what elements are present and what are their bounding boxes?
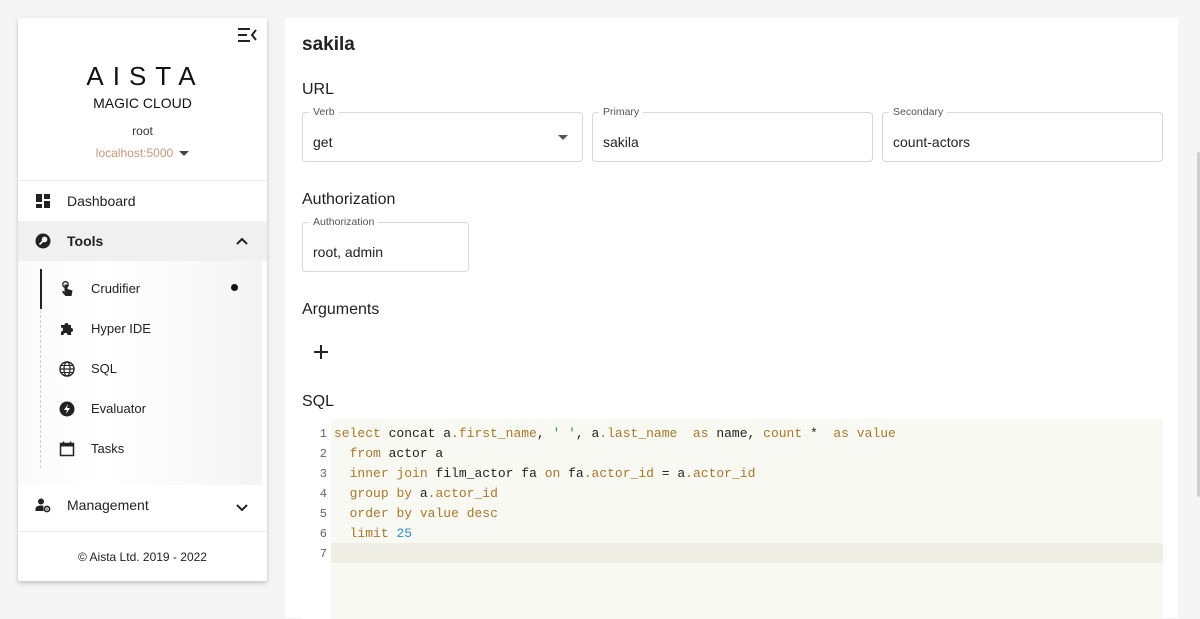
code-line: from actor a	[349, 446, 444, 461]
nav-item-dashboard[interactable]: Dashboard	[18, 181, 267, 221]
primary-field[interactable]: Primary	[592, 106, 873, 162]
primary-input[interactable]	[603, 134, 842, 150]
secondary-label: Secondary	[889, 106, 948, 118]
submenu-item-tasks[interactable]: Tasks	[42, 429, 262, 469]
nav-item-label: Dashboard	[67, 193, 136, 209]
line-number: 3	[319, 467, 327, 481]
verb-select[interactable]: Verb get	[302, 106, 583, 162]
sql-section-label: SQL	[302, 393, 335, 410]
secondary-field[interactable]: Secondary	[882, 106, 1163, 162]
nav-item-label: Tools	[67, 233, 104, 249]
submenu-item-evaluator[interactable]: Evaluator	[42, 389, 262, 429]
nav-item-tools[interactable]: Tools	[18, 221, 267, 261]
endpoint-editor: sakila URL Verb get Primary Secondary Au…	[285, 18, 1178, 619]
line-number: 5	[319, 507, 327, 521]
submenu-item-label: Tasks	[91, 441, 125, 456]
submenu-item-label: Hyper IDE	[91, 321, 151, 336]
line-number: 6	[319, 527, 327, 541]
code-line: select concat a.first_name, ' ', a.last_…	[334, 426, 896, 441]
line-number: 1	[319, 427, 327, 441]
submenu-item-sql[interactable]: SQL	[42, 349, 262, 389]
active-dot-icon	[231, 284, 238, 291]
line-number: 2	[319, 447, 327, 461]
submenu-item-label: Evaluator	[91, 401, 146, 416]
backend-label: localhost:5000	[95, 146, 174, 160]
tools-submenu: Crudifier Hyper IDE SQL Evaluator Tasks	[18, 261, 262, 485]
nav-item-management[interactable]: Management	[18, 485, 267, 525]
verb-value: get	[313, 134, 333, 150]
code-line: order by value desc	[349, 506, 498, 521]
backend-selector[interactable]: localhost:5000	[18, 146, 267, 160]
page-title: sakila	[302, 34, 355, 55]
submenu-item-hyper-ide[interactable]: Hyper IDE	[42, 309, 262, 349]
add-argument-icon[interactable]	[312, 343, 330, 361]
logo: AISTA	[86, 61, 205, 91]
copyright: © Aista Ltd. 2019 - 2022	[78, 550, 207, 564]
line-number: 4	[319, 487, 327, 501]
caret-down-icon	[179, 151, 190, 157]
username: root	[132, 124, 153, 138]
url-section-label: URL	[302, 81, 335, 98]
verb-label: Verb	[309, 106, 339, 118]
globe-icon	[59, 361, 75, 377]
chevron-up-icon	[236, 237, 248, 245]
submenu-item-label: SQL	[91, 361, 118, 376]
collapse-menu-icon[interactable]	[237, 26, 257, 44]
code-area[interactable]: select concat a.first_name, ' ', a.last_…	[331, 419, 1163, 619]
primary-label: Primary	[599, 106, 644, 118]
puzzle-icon	[61, 323, 73, 335]
dropdown-arrow-icon	[558, 135, 568, 140]
dashboard-icon	[36, 194, 50, 208]
nav-item-label: Management	[67, 497, 149, 513]
code-line: group by a.actor_id	[349, 486, 498, 501]
logo-subtitle: MAGIC CLOUD	[93, 95, 192, 111]
bolt-icon	[59, 401, 75, 417]
divider	[18, 531, 267, 532]
authorization-input[interactable]	[313, 244, 438, 260]
authorization-field[interactable]: Authorization	[302, 216, 469, 272]
manage-accounts-icon	[35, 498, 51, 513]
code-line: inner join film_actor fa on fa.actor_id …	[349, 466, 756, 481]
line-gutter: 1 2 3 4 5 6 7	[302, 419, 331, 619]
touch-icon	[62, 281, 73, 296]
line-number: 7	[319, 547, 327, 561]
sidebar: AISTA MAGIC CLOUD root localhost:5000 Da…	[18, 18, 267, 581]
code-line: limit 25	[349, 526, 413, 541]
calendar-icon	[59, 441, 75, 457]
submenu-item-crudifier[interactable]: Crudifier	[42, 269, 262, 309]
submenu-item-label: Crudifier	[91, 281, 141, 296]
authorization-section-label: Authorization	[302, 191, 396, 208]
authorization-label: Authorization	[309, 216, 379, 228]
secondary-input[interactable]	[893, 134, 1132, 150]
sql-editor[interactable]: 1 2 3 4 5 6 7 select concat a.first_name…	[302, 419, 1163, 619]
chevron-down-icon	[236, 504, 248, 512]
arguments-section-label: Arguments	[302, 301, 380, 318]
tools-icon	[35, 233, 51, 249]
